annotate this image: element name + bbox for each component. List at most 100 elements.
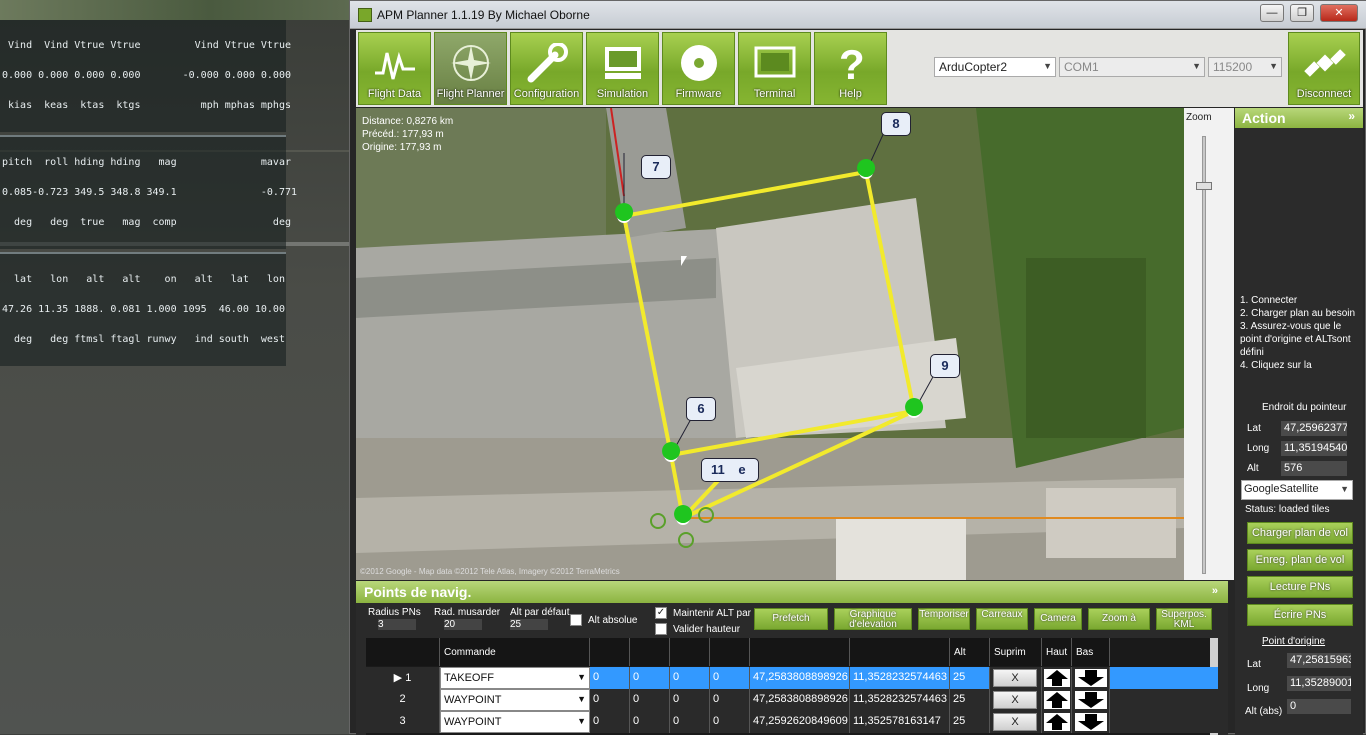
configuration-button[interactable]: Configuration — [510, 32, 583, 105]
row-index: 1 — [405, 672, 412, 684]
down-cell — [1072, 689, 1110, 711]
lon-cell[interactable]: 11,3528232574463 — [850, 667, 950, 689]
alt-cell[interactable]: 25 — [950, 667, 990, 689]
table-header-lon — [850, 638, 950, 666]
home-alt-label: Alt (abs) — [1245, 706, 1283, 717]
save-flight-plan-button[interactable]: Enreg. plan de vol — [1247, 549, 1353, 571]
waypoint-marker-9[interactable]: 9 — [930, 354, 960, 378]
write-waypoints-button[interactable]: Écrire PNs — [1247, 604, 1353, 626]
hud-position-block: lat lon alt alt on alt lat lon 47.26 11.… — [0, 254, 286, 366]
baud-select[interactable]: 115200 ▼ — [1208, 57, 1282, 77]
param2-cell[interactable]: 0 — [630, 711, 670, 733]
camera-button[interactable]: Camera — [1034, 608, 1082, 630]
param1-cell[interactable]: 0 — [590, 667, 630, 689]
firmware-button[interactable]: Firmware — [662, 32, 735, 105]
table-row[interactable]: 2 WAYPOINT ▼ 0 0 0 0 47,2583808898926 11,… — [366, 689, 1218, 711]
move-down-icon[interactable] — [1075, 669, 1107, 687]
flight-planner-button[interactable]: Flight Planner — [434, 32, 507, 105]
minimize-button[interactable]: — — [1260, 4, 1284, 22]
loiter-radius-input[interactable]: 20 — [444, 619, 482, 630]
param3-cell[interactable]: 0 — [670, 711, 710, 733]
param3-cell[interactable]: 0 — [670, 689, 710, 711]
home-long-value: 11,35289001 — [1287, 676, 1351, 691]
lon-cell[interactable]: 11,352578163147 — [850, 711, 950, 733]
param1-cell[interactable]: 0 — [590, 689, 630, 711]
delete-cell: X — [990, 689, 1042, 711]
waypoint-marker-7[interactable]: 7 — [641, 155, 671, 179]
zoom-track[interactable] — [1202, 136, 1206, 574]
apm-planner-window: APM Planner 1.1.19 By Michael Oborne — ❐… — [349, 0, 1366, 735]
lat-cell[interactable]: 47,2592620849609 — [750, 711, 850, 733]
default-alt-input[interactable]: 25 — [510, 619, 548, 630]
close-button[interactable]: ✕ — [1320, 4, 1358, 22]
waypoint-radius-input[interactable]: 3 — [378, 619, 416, 630]
move-down-icon[interactable] — [1075, 713, 1107, 731]
alt-cell[interactable]: 25 — [950, 689, 990, 711]
param3-cell[interactable]: 0 — [670, 667, 710, 689]
help-button[interactable]: ? Help — [814, 32, 887, 105]
loiter-timer-button[interactable]: Temporiser — [918, 608, 970, 630]
delete-row-button[interactable]: X — [993, 691, 1037, 709]
baud-value: 115200 — [1213, 60, 1253, 74]
waypoints-header[interactable]: Points de navig. » — [356, 581, 1228, 603]
collapse-icon[interactable]: » — [1212, 585, 1218, 597]
maximize-button[interactable]: ❐ — [1290, 4, 1314, 22]
port-select[interactable]: COM1 ▼ — [1059, 57, 1205, 77]
table-row[interactable]: ▶ 1 TAKEOFF ▼ 0 0 0 0 47,2583808898926 11… — [366, 667, 1218, 689]
hold-alt-checkbox[interactable]: ✓ — [655, 607, 667, 619]
flight-data-button[interactable]: Flight Data — [358, 32, 431, 105]
table-header-alt: Alt — [950, 638, 990, 666]
terminal-label: Terminal — [753, 88, 796, 100]
terminal-icon — [754, 46, 796, 78]
pointer-lat-value: 47,25962377 — [1281, 421, 1347, 436]
prefetch-button[interactable]: Prefetch — [754, 608, 828, 630]
zoom-to-button[interactable]: Zoom à — [1088, 608, 1150, 630]
waypoint-marker-11[interactable]: 11 e — [701, 458, 759, 482]
kml-overlay-button[interactable]: Superpos. KML — [1156, 608, 1212, 630]
read-waypoints-button[interactable]: Lecture PNs — [1247, 576, 1353, 598]
grid-button[interactable]: Carreaux — [976, 608, 1028, 630]
param2-cell[interactable]: 0 — [630, 689, 670, 711]
waypoint-marker-8[interactable]: 8 — [881, 112, 911, 136]
command-select[interactable]: TAKEOFF ▼ — [440, 667, 590, 689]
terminal-button[interactable]: Terminal — [738, 32, 811, 105]
command-select[interactable]: WAYPOINT ▼ — [440, 711, 590, 733]
chevron-down-icon: ▼ — [577, 672, 586, 682]
satellite-map[interactable]: Distance: 0,8276 km Précéd.: 177,93 m Or… — [356, 108, 1184, 580]
param4-cell[interactable]: 0 — [710, 667, 750, 689]
absolute-alt-checkbox[interactable] — [570, 614, 582, 626]
chevron-down-icon: ▼ — [577, 716, 586, 726]
move-up-icon[interactable] — [1044, 669, 1070, 687]
title-bar[interactable]: APM Planner 1.1.19 By Michael Oborne — ❐… — [350, 1, 1366, 29]
zoom-slider-thumb[interactable] — [1196, 182, 1212, 190]
verify-height-checkbox[interactable] — [655, 623, 667, 635]
delete-row-button[interactable]: X — [993, 669, 1037, 687]
param4-cell[interactable]: 0 — [710, 711, 750, 733]
elevation-graph-button[interactable]: Graphique d'elevation — [834, 608, 912, 630]
command-select[interactable]: WAYPOINT ▼ — [440, 689, 590, 711]
move-down-icon[interactable] — [1075, 691, 1107, 709]
move-up-icon[interactable] — [1044, 713, 1070, 731]
action-header[interactable]: Action » — [1235, 108, 1363, 128]
load-flight-plan-button[interactable]: Charger plan de vol — [1247, 522, 1353, 544]
lon-cell[interactable]: 11,3528232574463 — [850, 689, 950, 711]
lat-cell[interactable]: 47,2583808898926 — [750, 689, 850, 711]
zoom-panel: Zoom — [1184, 108, 1234, 580]
vehicle-select[interactable]: ArduCopter2 ▼ — [934, 57, 1056, 77]
action-title: Action — [1242, 110, 1286, 126]
waypoint-marker-6[interactable]: 6 — [686, 397, 716, 421]
param1-cell[interactable]: 0 — [590, 711, 630, 733]
simulation-button[interactable]: Simulation — [586, 32, 659, 105]
row-number: 2 — [366, 689, 440, 711]
delete-row-button[interactable]: X — [993, 713, 1037, 731]
connect-button[interactable]: Disconnect — [1288, 32, 1360, 105]
table-row[interactable]: 3 WAYPOINT ▼ 0 0 0 0 47,2592620849609 11,… — [366, 711, 1218, 733]
collapse-icon[interactable]: » — [1348, 109, 1355, 123]
map-type-select[interactable]: GoogleSatellite ▼ — [1241, 480, 1353, 500]
alt-cell[interactable]: 25 — [950, 711, 990, 733]
param4-cell[interactable]: 0 — [710, 689, 750, 711]
param2-cell[interactable]: 0 — [630, 667, 670, 689]
distance-text: Distance: 0,8276 km — [362, 116, 454, 127]
lat-cell[interactable]: 47,2583808898926 — [750, 667, 850, 689]
move-up-icon[interactable] — [1044, 691, 1070, 709]
